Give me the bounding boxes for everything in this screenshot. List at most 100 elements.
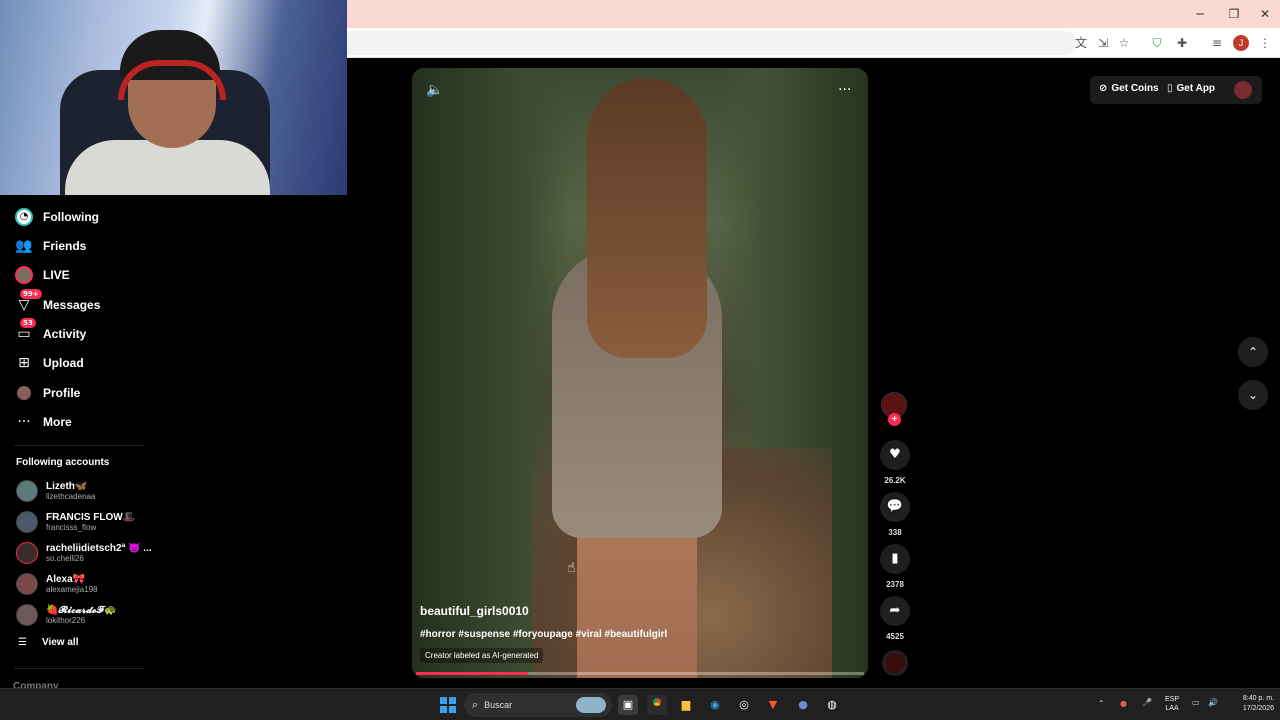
clock-time: 8:40 p. m.	[1242, 695, 1274, 702]
search-placeholder: Buscar	[484, 700, 513, 710]
shield-extension-icon[interactable]: ⛉	[1148, 34, 1166, 52]
sidebar-item-label: Friends	[43, 239, 87, 253]
avatar	[16, 480, 38, 502]
music-disc-icon[interactable]	[882, 650, 908, 676]
chrome-icon[interactable]	[647, 695, 667, 715]
close-button[interactable]: ✕	[1250, 4, 1280, 24]
view-all-label: View all	[41, 637, 79, 648]
clock[interactable]: 8:40 p. m. 17/2/2026	[1222, 694, 1274, 714]
heart-icon: ♥	[889, 447, 901, 462]
following-account[interactable]: Alexa🎀 alexamejia198	[16, 571, 98, 597]
comment-count: 338	[888, 528, 902, 537]
start-button[interactable]	[440, 697, 456, 713]
mouse-cursor-icon: ☝	[567, 560, 576, 576]
extensions-puzzle-icon[interactable]: ✚	[1173, 34, 1191, 52]
profile-avatar-icon[interactable]: J	[1233, 35, 1249, 51]
video-progress-fill	[416, 672, 528, 675]
restore-button[interactable]: ❐	[1219, 4, 1249, 24]
kebab-menu-icon[interactable]: ⋮	[1256, 34, 1274, 52]
user-avatar[interactable]	[1234, 81, 1252, 99]
sidebar-item-label: Upload	[43, 356, 84, 370]
sidebar: ◔ Following 👥 Friends LIVE ▽ 99+ Messages…	[0, 195, 200, 695]
follow-plus-button[interactable]: +	[888, 413, 901, 426]
sidebar-item-label: Following	[43, 210, 99, 224]
account-name: Lizeth🦋	[46, 481, 88, 492]
account-handle: francisss_flow	[46, 523, 97, 532]
obs-icon[interactable]: ◍	[822, 695, 842, 715]
sidebar-item-following[interactable]: ◔ Following	[14, 204, 99, 230]
chevron-up-icon: ⌃	[1247, 345, 1259, 359]
avatar	[16, 542, 38, 564]
sidebar-item-label: Messages	[43, 298, 101, 312]
sidebar-item-messages[interactable]: ▽ 99+ Messages	[14, 289, 101, 318]
bookmark-star-icon[interactable]: ☆	[1115, 34, 1133, 52]
live-icon	[14, 265, 34, 285]
account-name: 🍓𝓡𝓲𝓬𝓪𝓻𝓭𝓸𝓕🐢	[46, 605, 117, 616]
volume-icon[interactable]: 🔈	[426, 82, 443, 98]
account-name: FRANCIS FLOW🎩	[46, 512, 136, 523]
share-button[interactable]: ➦	[880, 596, 910, 626]
network-icon[interactable]: ▭	[1192, 698, 1200, 720]
sidebar-item-more[interactable]: ··· More	[14, 409, 72, 435]
account-name: Alexa🎀	[46, 574, 86, 585]
video-player[interactable]: 🔈 ··· beautiful_girls0010 #horror #suspe…	[412, 68, 868, 678]
more-icon: ···	[17, 414, 31, 430]
keyboard-layout: LAA	[1165, 705, 1179, 712]
browser-title-bar: ─ ❐ ✕	[347, 0, 1280, 28]
header-actions: ⊘ Get Coins ▯ Get App	[1090, 76, 1262, 104]
address-bar[interactable]	[347, 31, 1077, 55]
windows-taskbar: ⌕ Buscar ▣ ▆ ◉ ◎ ▼ ● ◍ ⌃ ● 🎤 ESP LAA ▭ 🔊…	[0, 688, 1280, 720]
friends-icon: 👥	[15, 238, 33, 254]
media-controls-icon[interactable]: ≡	[1208, 34, 1226, 52]
sidebar-item-label: LIVE	[43, 268, 70, 282]
video-scene-figure	[587, 78, 707, 358]
sidebar-item-profile[interactable]: Profile	[14, 380, 80, 406]
previous-video-button[interactable]: ⌃	[1238, 337, 1268, 367]
translate-icon[interactable]: 文	[1072, 34, 1090, 52]
sidebar-item-live[interactable]: LIVE	[14, 262, 70, 288]
taskbar-search[interactable]: ⌕ Buscar	[464, 693, 612, 717]
phone-icon: ▯	[1167, 83, 1173, 94]
get-coins-label: Get Coins	[1111, 83, 1159, 94]
sidebar-item-label: More	[43, 415, 72, 429]
sidebar-item-activity[interactable]: ▭ 53 Activity	[14, 318, 86, 347]
get-coins-button[interactable]: ⊘ Get Coins	[1099, 83, 1159, 94]
install-app-icon[interactable]: ⇲	[1094, 34, 1112, 52]
video-username[interactable]: beautiful_girls0010	[420, 604, 529, 618]
microphone-icon[interactable]: 🎤	[1142, 698, 1152, 720]
capture-app-icon[interactable]: ◎	[734, 695, 754, 715]
divider	[14, 445, 144, 446]
following-account[interactable]: 🍓𝓡𝓲𝓬𝓪𝓻𝓭𝓸𝓕🐢 lokithor226	[16, 602, 116, 628]
tray-app-icon[interactable]: ●	[1120, 699, 1127, 720]
brave-icon[interactable]: ▼	[763, 695, 783, 715]
chevron-down-icon: ⌄	[1247, 388, 1259, 402]
discord-icon[interactable]: ●	[793, 695, 813, 715]
task-view-icon[interactable]: ▣	[618, 695, 638, 715]
view-all-button[interactable]: ☰ View all	[18, 637, 78, 648]
more-options-icon[interactable]: ···	[838, 82, 851, 98]
video-progress-bar[interactable]	[416, 672, 864, 675]
save-button[interactable]: ▮	[880, 544, 910, 574]
following-account[interactable]: FRANCIS FLOW🎩 francisss_flow	[16, 509, 135, 535]
bookmark-icon: ▮	[891, 551, 899, 566]
account-handle: lokithor226	[46, 616, 86, 625]
file-explorer-icon[interactable]: ▆	[676, 695, 696, 715]
get-app-button[interactable]: ▯ Get App	[1167, 83, 1215, 94]
sidebar-item-label: Profile	[43, 386, 81, 400]
coin-icon: ⊘	[1099, 83, 1108, 94]
video-hashtags[interactable]: #horror #suspense #foryoupage #viral #be…	[420, 629, 667, 640]
next-video-button[interactable]: ⌄	[1238, 380, 1268, 410]
divider	[14, 668, 144, 669]
following-accounts-title: Following accounts	[16, 457, 110, 468]
following-account[interactable]: racheliidietsch2ª 👿 ... so.chelli26	[16, 540, 152, 566]
comment-button[interactable]: 💬	[880, 492, 910, 522]
sidebar-item-upload[interactable]: ⊞ Upload	[14, 350, 84, 376]
like-button[interactable]: ♥	[880, 440, 910, 470]
volume-tray-icon[interactable]: 🔊	[1208, 698, 1218, 720]
minimize-button[interactable]: ─	[1185, 4, 1215, 24]
sidebar-item-friends[interactable]: 👥 Friends	[14, 233, 86, 259]
language-indicator[interactable]: ESP LAA	[1165, 695, 1179, 713]
tray-chevron-icon[interactable]: ⌃	[1098, 699, 1105, 720]
edge-icon[interactable]: ◉	[705, 695, 725, 715]
following-account[interactable]: Lizeth🦋 lizethcadenaa	[16, 478, 95, 504]
